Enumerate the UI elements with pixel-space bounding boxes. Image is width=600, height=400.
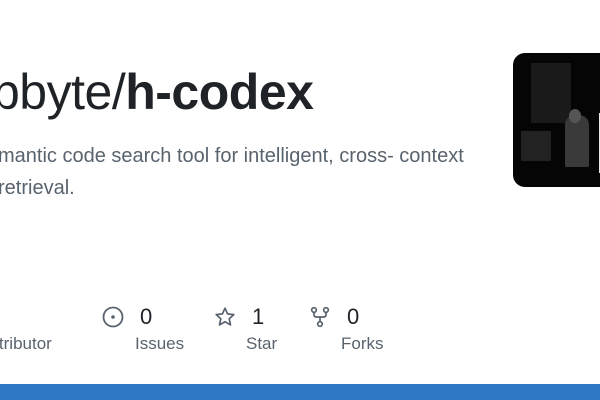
stat-contributors-label: ontributor: [0, 334, 52, 353]
stat-stars-count: 1: [252, 304, 265, 329]
stat-issues[interactable]: 0 Issues: [102, 304, 184, 353]
issue-opened-icon: [102, 306, 124, 328]
language-bar: [0, 384, 600, 400]
stat-forks-count: 0: [347, 304, 360, 329]
avatar-shape: [531, 63, 571, 123]
stat-forks[interactable]: 0 Forks: [309, 304, 384, 353]
avatar-figure-head: [569, 109, 581, 123]
repo-name[interactable]: h-codex: [125, 64, 314, 120]
stat-forks-label: Forks: [341, 334, 384, 353]
stat-issues-label: Issues: [135, 334, 185, 353]
avatar-shape: [521, 131, 551, 161]
star-icon: [214, 306, 236, 328]
owner-avatar: [513, 53, 600, 187]
repo-forked-icon: [309, 306, 331, 328]
stat-stars[interactable]: 1 Star: [214, 304, 277, 353]
stat-issues-count: 0: [140, 304, 153, 329]
avatar-figure: [565, 115, 589, 167]
repo-title[interactable]: bbyte/h-codex: [0, 62, 314, 122]
repo-separator: /: [111, 64, 126, 120]
repo-owner[interactable]: bbyte: [0, 64, 112, 120]
stat-stars-label: Star: [246, 334, 278, 353]
repo-description: mantic code search tool for intelligent,…: [0, 145, 464, 199]
